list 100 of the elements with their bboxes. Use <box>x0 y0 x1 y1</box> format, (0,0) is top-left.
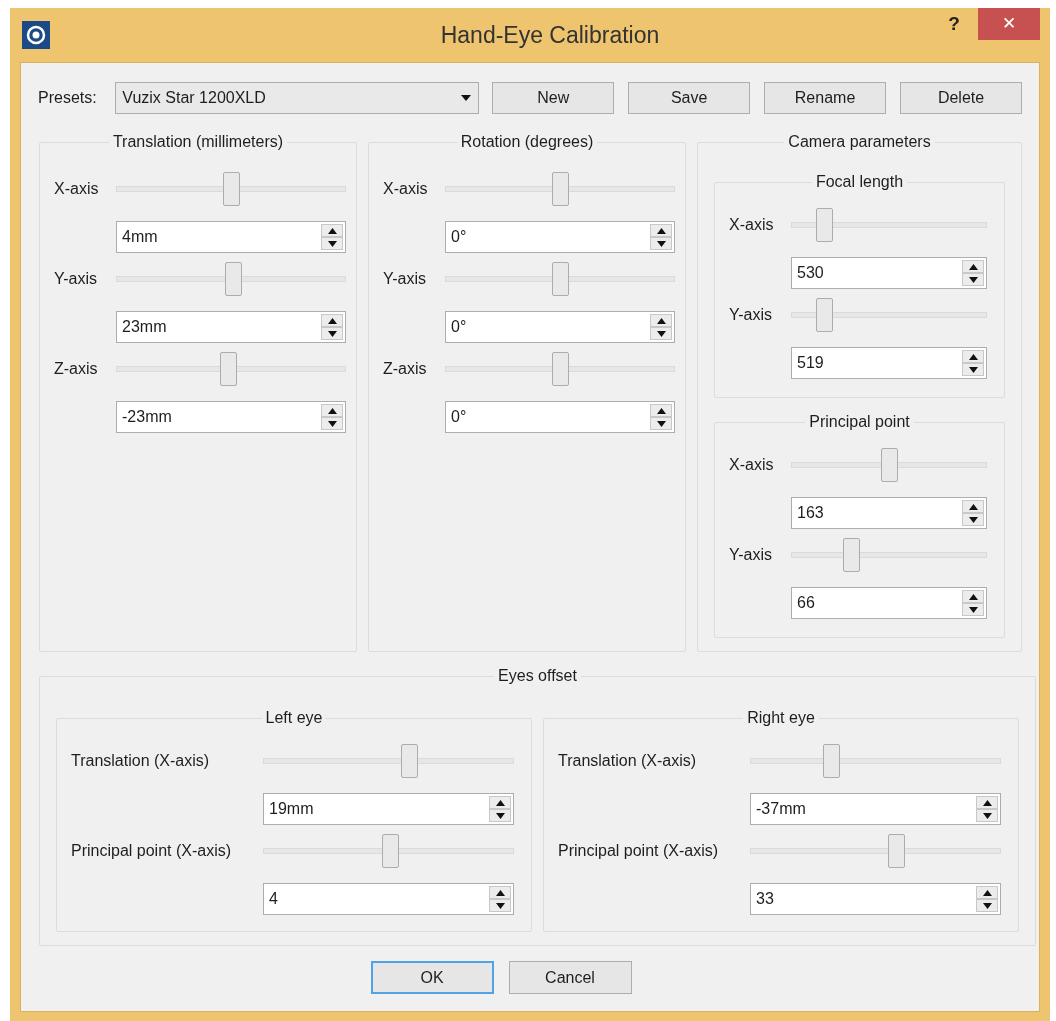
spin-box[interactable]: -37mm <box>750 793 1001 825</box>
slider-thumb[interactable] <box>816 208 834 242</box>
group-title: Translation (millimeters) <box>111 132 285 152</box>
spin-down-button[interactable] <box>976 899 998 912</box>
spin-up-button[interactable] <box>976 796 998 809</box>
spin-up-button[interactable] <box>962 590 984 603</box>
spin-up-button[interactable] <box>650 404 672 417</box>
spin-box[interactable]: 66 <box>791 587 987 619</box>
slider-thumb[interactable] <box>220 352 238 386</box>
slider[interactable] <box>116 172 346 206</box>
up-arrow-icon <box>656 227 666 234</box>
dropdown-arrow-icon <box>460 94 473 102</box>
spin-box[interactable]: 19mm <box>263 793 514 825</box>
axis-label: Translation (X-axis) <box>71 751 211 771</box>
spin-box[interactable]: 519 <box>791 347 987 379</box>
spin-box[interactable]: 23mm <box>116 311 346 343</box>
spin-down-button[interactable] <box>976 809 998 822</box>
spin-up-button[interactable] <box>321 404 343 417</box>
slider[interactable] <box>116 262 346 296</box>
spin-up-button[interactable] <box>321 314 343 327</box>
down-arrow-icon <box>982 812 992 819</box>
slider[interactable] <box>791 298 987 332</box>
slider-thumb[interactable] <box>880 448 898 482</box>
spin-down-button[interactable] <box>489 809 511 822</box>
preset-button[interactable]: Save <box>628 82 751 114</box>
spin-up-button[interactable] <box>962 350 984 363</box>
group-title: Camera parameters <box>787 132 932 152</box>
slider[interactable] <box>791 448 987 482</box>
preset-button[interactable]: Delete <box>900 82 1022 114</box>
preset-button[interactable]: Rename <box>764 82 887 114</box>
spin-box[interactable]: 163 <box>791 497 987 529</box>
up-arrow-icon <box>327 407 337 414</box>
slider-thumb[interactable] <box>382 834 400 868</box>
window-title: Hand-Eye Calibration <box>440 20 660 50</box>
slider[interactable] <box>263 744 514 778</box>
up-arrow-icon <box>982 799 992 806</box>
slider-thumb[interactable] <box>551 172 569 206</box>
spin-box[interactable]: -23mm <box>116 401 346 433</box>
down-arrow-icon <box>327 420 337 427</box>
close-button[interactable]: ✕ <box>978 8 1040 40</box>
axis-label: X-axis <box>729 455 775 475</box>
down-arrow-icon <box>495 902 505 909</box>
slider-thumb[interactable] <box>842 538 860 572</box>
spin-up-button[interactable] <box>976 886 998 899</box>
slider[interactable] <box>750 744 1001 778</box>
spin-box[interactable]: 33 <box>750 883 1001 915</box>
down-arrow-icon <box>656 330 666 337</box>
spin-down-button[interactable] <box>650 237 672 250</box>
axis-label: Translation (X-axis) <box>558 751 698 771</box>
spin-down-button[interactable] <box>962 363 984 376</box>
spin-box[interactable]: 530 <box>791 257 987 289</box>
spin-up-button[interactable] <box>962 500 984 513</box>
axis-label: Y-axis <box>729 545 773 565</box>
axis-label: Y-axis <box>54 269 98 289</box>
spin-up-button[interactable] <box>321 224 343 237</box>
spin-box[interactable]: 0° <box>445 311 675 343</box>
slider[interactable] <box>445 352 675 386</box>
slider[interactable] <box>750 834 1001 868</box>
spin-up-button[interactable] <box>650 314 672 327</box>
help-button[interactable]: ? <box>944 10 964 38</box>
preset-button[interactable]: New <box>492 82 615 114</box>
slider-thumb[interactable] <box>822 744 840 778</box>
spin-down-button[interactable] <box>489 899 511 912</box>
spin-box[interactable]: 4 <box>263 883 514 915</box>
spin-down-button[interactable] <box>650 327 672 340</box>
down-arrow-icon <box>327 330 337 337</box>
down-arrow-icon <box>656 240 666 247</box>
spin-up-button[interactable] <box>489 886 511 899</box>
dialog-button[interactable]: OK <box>370 961 494 994</box>
slider-thumb[interactable] <box>224 262 242 296</box>
slider-thumb[interactable] <box>551 352 569 386</box>
spin-down-button[interactable] <box>962 513 984 526</box>
spin-down-button[interactable] <box>321 417 343 430</box>
slider-thumb[interactable] <box>222 172 240 206</box>
up-arrow-icon <box>968 353 978 360</box>
dialog-button[interactable]: Cancel <box>508 961 632 994</box>
spin-up-button[interactable] <box>962 260 984 273</box>
slider[interactable] <box>263 834 514 868</box>
spin-up-button[interactable] <box>489 796 511 809</box>
spin-down-button[interactable] <box>962 603 984 616</box>
spin-down-button[interactable] <box>321 237 343 250</box>
spin-up-button[interactable] <box>650 224 672 237</box>
spin-down-button[interactable] <box>650 417 672 430</box>
spin-down-button[interactable] <box>962 273 984 286</box>
spin-box[interactable]: 4mm <box>116 221 346 253</box>
presets-dropdown[interactable]: Vuzix Star 1200XLD <box>115 82 480 114</box>
slider[interactable] <box>445 172 675 206</box>
slider-thumb[interactable] <box>551 262 569 296</box>
down-arrow-icon <box>968 606 978 613</box>
spin-box[interactable]: 0° <box>445 221 675 253</box>
slider-thumb[interactable] <box>888 834 906 868</box>
slider-thumb[interactable] <box>816 298 834 332</box>
spin-down-button[interactable] <box>321 327 343 340</box>
up-arrow-icon <box>968 503 978 510</box>
slider[interactable] <box>445 262 675 296</box>
spin-box[interactable]: 0° <box>445 401 675 433</box>
slider[interactable] <box>791 538 987 572</box>
slider-thumb[interactable] <box>401 744 419 778</box>
slider[interactable] <box>116 352 346 386</box>
slider[interactable] <box>791 208 987 242</box>
